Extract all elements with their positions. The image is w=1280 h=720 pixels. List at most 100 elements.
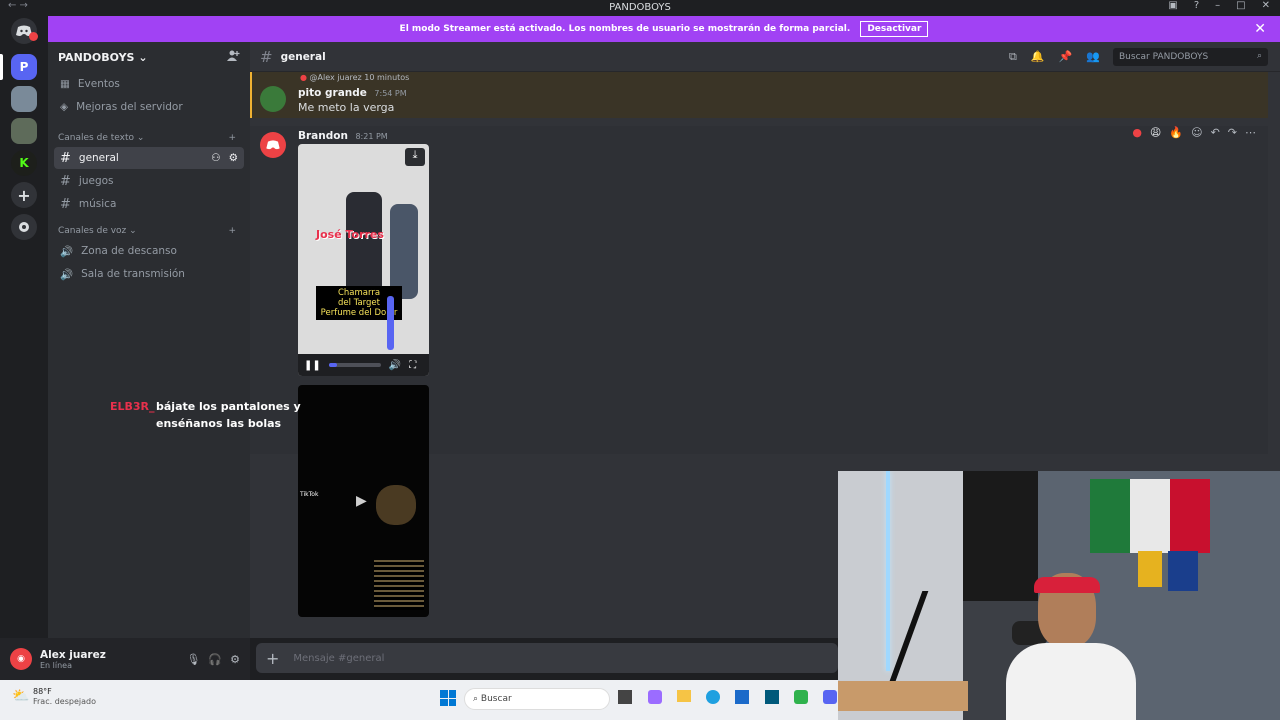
voice-channel-zona[interactable]: 🔊 Zona de descanso (54, 240, 244, 262)
text-category-header[interactable]: Canales de texto ⌄ + (48, 130, 250, 146)
download-icon[interactable]: ⤓ (405, 148, 425, 166)
shirt (1006, 643, 1136, 720)
overlay-text: bájate los pantalones y enséñanos las bo… (156, 400, 301, 430)
video-controls: ❚❚ 🔊 ⛶ (298, 354, 429, 376)
author-name[interactable]: pito grande (298, 87, 367, 99)
mention-message[interactable]: ● @Alex juarez 10 minutos pito grande 7:… (250, 72, 1268, 118)
app-icon[interactable] (794, 690, 808, 704)
inbox-icon[interactable]: ▣ (1168, 0, 1177, 11)
volume-slider[interactable] (387, 296, 394, 350)
back-arrow-icon[interactable]: ← → (8, 0, 28, 11)
channel-juegos[interactable]: # juegos (54, 170, 244, 192)
video-overlay-title: José Torres (316, 228, 384, 241)
server-icon[interactable] (11, 118, 37, 144)
maximize-button[interactable]: □ (1236, 0, 1245, 11)
copilot-icon[interactable] (648, 690, 662, 704)
message-input[interactable]: + Mensaje #general (256, 643, 838, 673)
avatar[interactable] (260, 86, 286, 112)
reply-icon[interactable]: ↶ (1211, 126, 1220, 139)
search-input[interactable]: Buscar PANDOBOYS ⌕ (1113, 48, 1268, 66)
username: Alex juarez (40, 648, 106, 661)
reaction-icon[interactable]: 😩 (1150, 126, 1161, 139)
flag-mexico-icon (1090, 479, 1210, 553)
add-member-icon[interactable] (227, 50, 240, 64)
avatar[interactable] (260, 132, 286, 158)
voice-channel-sala[interactable]: 🔊 Sala de transmisión (54, 263, 244, 285)
user-status: En línea (40, 660, 73, 670)
taskbar-search[interactable]: ⌕ Buscar (464, 688, 610, 710)
start-button[interactable] (440, 690, 456, 706)
add-channel-icon[interactable]: + (228, 226, 236, 236)
more-icon[interactable]: ⋯ (1245, 126, 1256, 139)
channel-header: # general ⧉ 🔔 📌 👥 Buscar PANDOBOYS ⌕ (250, 42, 1280, 72)
channel-musica[interactable]: # música (54, 193, 244, 215)
folder-icon[interactable] (677, 690, 691, 702)
bell-icon[interactable]: 🔔 (1031, 50, 1045, 64)
forward-icon[interactable]: ↷ (1228, 126, 1237, 139)
add-attachment-icon[interactable]: + (266, 649, 279, 668)
avatar[interactable]: ◉ (10, 648, 32, 670)
hashtag-icon: # (60, 150, 71, 166)
weather-widget[interactable]: 88°F Frac. despejado (33, 687, 96, 707)
weather-icon[interactable]: ⛅ (12, 688, 29, 704)
hashtag-icon: # (60, 196, 71, 212)
reply-preview[interactable]: ● @Alex juarez 10 minutos (300, 73, 409, 82)
close-window-button[interactable]: ✕ (1262, 0, 1270, 11)
app-icon[interactable] (618, 690, 632, 704)
volume-icon[interactable]: 🔊 (389, 360, 401, 371)
threads-icon[interactable]: ⧉ (1009, 50, 1017, 64)
jersey (1168, 551, 1198, 591)
members-icon[interactable]: 👥 (1086, 50, 1100, 64)
kick-server-icon[interactable]: K (11, 150, 37, 176)
server-list: P K + (0, 14, 48, 680)
voice-category-header[interactable]: Canales de voz ⌄ + (48, 223, 250, 239)
add-channel-icon[interactable]: + (228, 133, 236, 143)
hashtag-icon: # (60, 173, 71, 189)
play-icon[interactable]: ▶ (356, 493, 367, 509)
add-reaction-icon[interactable]: ☺ (1191, 126, 1202, 139)
microphone-icon[interactable]: 🎙 (186, 653, 200, 666)
message-actions: ● 😩 🔥 ☺ ↶ ↷ ⋯ (1132, 126, 1256, 139)
channel-general[interactable]: # general ⚇ ⚙ (54, 147, 244, 169)
progress-bar[interactable] (328, 363, 381, 367)
webcam-overlay (838, 471, 1280, 720)
server-header[interactable]: PANDOBOYS ⌄ (48, 42, 250, 72)
reaction-icon[interactable]: ● (1132, 126, 1142, 139)
server-icon[interactable] (11, 86, 37, 112)
message-text: Me meto la verga (298, 101, 395, 114)
fullscreen-icon[interactable]: ⛶ (409, 360, 416, 371)
channel-title: general (280, 50, 326, 63)
help-icon[interactable]: ? (1194, 0, 1199, 11)
headphones-icon[interactable]: 🎧 (208, 653, 222, 666)
explore-icon[interactable] (11, 214, 37, 240)
video-figure (376, 485, 416, 525)
reply-avatar-icon: ● (300, 73, 307, 82)
fire-icon[interactable]: 🔥 (1169, 126, 1183, 139)
server-name: PANDOBOYS (58, 50, 135, 64)
invite-icon[interactable]: ⚇ (211, 152, 220, 164)
gear-icon[interactable]: ⚙ (229, 152, 238, 164)
pin-icon[interactable]: 📌 (1059, 50, 1073, 64)
notification-badge (29, 32, 38, 41)
close-banner-icon[interactable]: ✕ (1254, 21, 1266, 37)
minimize-button[interactable]: – (1215, 0, 1220, 11)
settings-icon[interactable]: ⚙ (230, 653, 240, 666)
author-name[interactable]: Brandon (298, 130, 348, 142)
deactivate-button[interactable]: Desactivar (860, 21, 929, 37)
streamer-mode-banner: El modo Streamer está activado. Los nomb… (48, 16, 1280, 42)
speaker-icon: 🔊 (60, 245, 74, 258)
pause-icon[interactable]: ❚❚ (304, 360, 321, 371)
sidebar-item-events[interactable]: ▦ Eventos (54, 73, 244, 95)
add-server-icon[interactable]: + (11, 182, 37, 208)
edge-icon[interactable] (706, 690, 720, 704)
video-player[interactable]: José Torres Chamarra del Target Perfume … (298, 144, 429, 376)
discord-taskbar-icon[interactable] (823, 690, 837, 704)
title-bar: ← → PANDOBOYS ▣ ? – □ ✕ (0, 0, 1280, 14)
store-icon[interactable] (735, 690, 749, 704)
sidebar-item-boosts[interactable]: ◈ Mejoras del servidor (54, 96, 244, 118)
desk (838, 681, 968, 711)
app-icon[interactable] (765, 690, 779, 704)
user-panel: ◉ Alex juarez En línea 🎙 🎧 ⚙ (0, 638, 250, 680)
server-pandoboys-icon[interactable]: P (11, 54, 37, 80)
video-figure (390, 204, 418, 299)
